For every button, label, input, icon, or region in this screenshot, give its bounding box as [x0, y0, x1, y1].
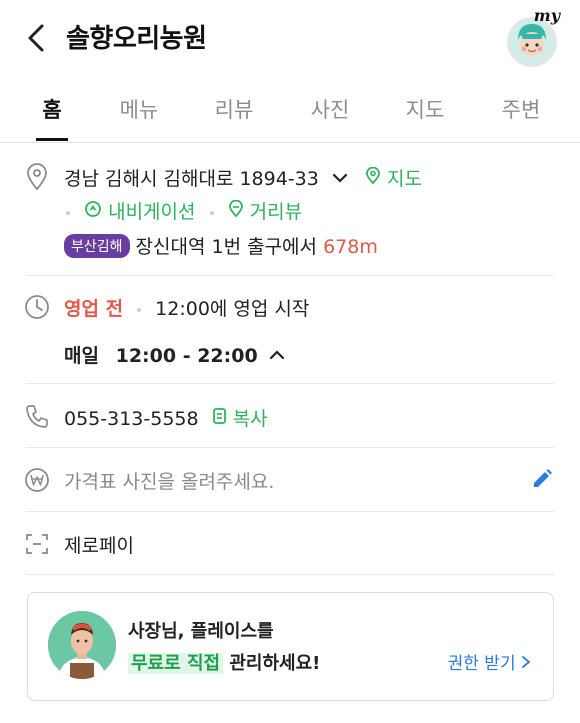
- owner-card-subtitle: 무료로 직접 관리하세요!: [128, 649, 320, 675]
- subway-text: 장신대역 1번 출구에서: [135, 236, 318, 258]
- subway-info: 부산김해 장신대역 1번 출구에서 678m: [64, 232, 378, 259]
- map-link-label: 지도: [386, 168, 422, 190]
- navigation-link[interactable]: 내비게이션: [84, 201, 202, 223]
- owner-avatar-icon: [48, 611, 116, 679]
- streetview-link[interactable]: 거리뷰: [228, 199, 303, 223]
- tab-bar: 홈 메뉴 리뷰 사진 지도 주변: [0, 88, 580, 143]
- status-badge: 영업 전: [64, 298, 124, 320]
- tab-menu[interactable]: 메뉴: [99, 94, 179, 124]
- streetview-label: 거리뷰: [249, 201, 303, 223]
- copy-icon: [212, 408, 226, 424]
- business-status: 영업 전 12:00에 영업 시작: [64, 294, 309, 321]
- streetview-icon: [228, 199, 243, 218]
- edit-pencil-icon[interactable]: [530, 467, 554, 491]
- owner-promo-card[interactable]: 사장님, 플레이스를 무료로 직접 관리하세요! 권한 받기: [27, 592, 554, 701]
- owner-card-title: 사장님, 플레이스를: [128, 621, 274, 642]
- location-pin-icon: [27, 163, 47, 191]
- copy-button[interactable]: 복사: [211, 408, 268, 430]
- copy-label: 복사: [232, 408, 268, 430]
- clock-icon: [25, 295, 49, 319]
- phone-line: 055-313-5558 복사: [64, 404, 268, 431]
- open-info: 12:00에 영업 시작: [155, 298, 310, 320]
- divider: [26, 383, 554, 384]
- map-link[interactable]: 지도: [365, 166, 422, 190]
- chevron-right-icon: [522, 656, 531, 668]
- zeropay-label: 제로페이: [64, 535, 134, 557]
- page-title: 솔향오리농원: [66, 24, 207, 54]
- tab-nearby[interactable]: 주변: [481, 94, 561, 124]
- owner-card-subtitle-rest: 관리하세요!: [229, 653, 321, 674]
- tab-photos[interactable]: 사진: [290, 94, 370, 124]
- address-actions: 내비게이션 거리뷰: [58, 197, 302, 224]
- separator-dot: [66, 210, 70, 215]
- divider: [26, 511, 554, 512]
- divider: [26, 275, 554, 276]
- get-permission-label: 권한 받기: [447, 654, 516, 674]
- divider: [26, 574, 554, 575]
- price-placeholder: 가격표 사진을 올려주세요.: [64, 471, 275, 493]
- navigation-label: 내비게이션: [108, 201, 196, 223]
- phone-number[interactable]: 055-313-5558: [64, 408, 199, 430]
- my-profile-button[interactable]: my: [504, 6, 560, 68]
- tab-reviews[interactable]: 리뷰: [194, 94, 274, 124]
- owner-illustration: [48, 611, 116, 679]
- navigation-icon: [85, 201, 101, 217]
- map-pin-icon: [366, 166, 380, 185]
- tab-home[interactable]: 홈: [12, 94, 92, 124]
- back-button[interactable]: [22, 20, 52, 56]
- top-header: 솔향오리농원 my: [0, 0, 580, 78]
- won-currency-icon: [25, 468, 49, 492]
- scan-icon: [26, 534, 48, 554]
- my-label: my: [533, 6, 560, 25]
- subway-distance: 678m: [323, 236, 378, 258]
- schedule-time: 12:00 - 22:00: [115, 345, 258, 367]
- subway-line-badge: 부산김해: [64, 234, 130, 258]
- hours-schedule[interactable]: 매일 12:00 - 22:00: [64, 341, 286, 368]
- chevron-up-icon: [270, 350, 285, 360]
- separator-dot: [137, 307, 142, 312]
- get-permission-link[interactable]: 권한 받기: [448, 649, 531, 674]
- chevron-down-icon[interactable]: [331, 171, 349, 185]
- active-tab-indicator: [36, 138, 68, 141]
- divider: [26, 447, 554, 448]
- address-text: 경남 김해시 김해대로 1894-33: [64, 168, 319, 190]
- schedule-day: 매일: [64, 345, 99, 367]
- owner-card-highlight: 무료로 직접: [128, 653, 224, 674]
- phone-icon: [26, 405, 48, 428]
- chevron-left-icon: [28, 24, 44, 52]
- tab-map[interactable]: 지도: [385, 94, 465, 124]
- separator-dot: [209, 210, 214, 215]
- address-line: 경남 김해시 김해대로 1894-33 지도: [64, 164, 422, 191]
